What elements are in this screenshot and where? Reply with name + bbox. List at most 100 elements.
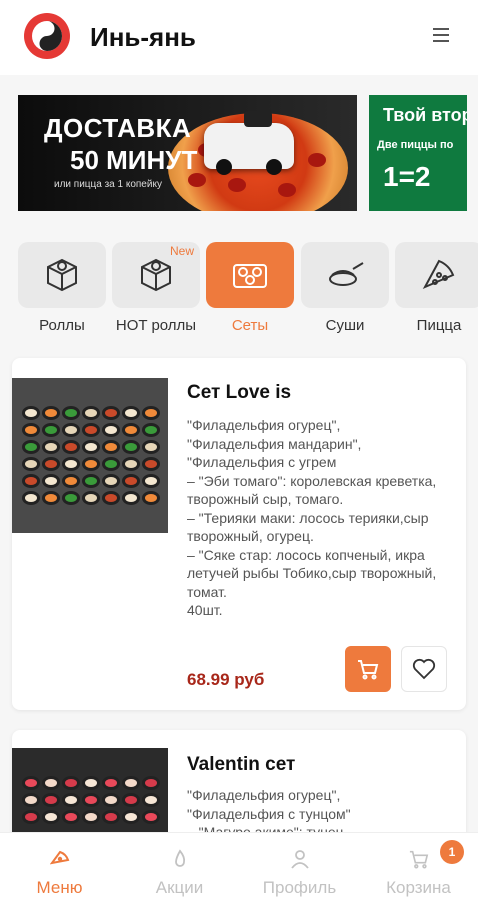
- sushi-roll-image: [122, 491, 140, 505]
- bottom-navigation: Меню Акции Профиль Корзина: [0, 832, 478, 900]
- nav-profile[interactable]: Профиль: [240, 833, 359, 900]
- banner-caption: или пицца за 1 копейку: [54, 179, 162, 190]
- sushi-roll-image: [142, 793, 160, 807]
- sushi-roll-image: [122, 440, 140, 454]
- sushi-roll-image: [42, 776, 60, 790]
- sushi-roll-image: [42, 440, 60, 454]
- category-label: Роллы: [39, 317, 85, 334]
- nav-label: Профиль: [262, 878, 337, 897]
- sushi-roll-image: [102, 423, 120, 437]
- sushi-roll-image: [22, 474, 40, 488]
- sushi-roll-image: [22, 457, 40, 471]
- category-hot-rolls[interactable]: New HOT роллы: [112, 242, 200, 337]
- sushi-roll-image: [102, 491, 120, 505]
- sushi-roll-image: [42, 793, 60, 807]
- sushi-roll-image: [82, 440, 100, 454]
- nav-label: Корзина: [386, 878, 451, 897]
- sushi-roll-image: [122, 406, 140, 420]
- sushi-roll-image: [62, 491, 80, 505]
- sushi-roll-image: [102, 440, 120, 454]
- app-header: Инь-янь: [0, 0, 478, 75]
- banner-headline: ДОСТАВКА: [44, 113, 192, 143]
- nav-label: Акции: [155, 878, 204, 897]
- delivery-car-image: [204, 111, 294, 175]
- favorite-button[interactable]: [401, 646, 447, 692]
- sushi-roll-image: [82, 776, 100, 790]
- hamburger-icon-line: [433, 28, 449, 30]
- category-tile: [395, 242, 478, 308]
- sushi-roll-image: [62, 406, 80, 420]
- banner-headline: Твой втор: [383, 105, 467, 125]
- sushi-roll-image: [42, 474, 60, 488]
- promo-banner-carousel[interactable]: ДОСТАВКА 50 МИНУТ или пицца за 1 копейку…: [0, 95, 478, 211]
- new-badge: New: [169, 244, 194, 258]
- product-title: Valentin сет: [187, 754, 296, 775]
- product-card[interactable]: Сет Love is "Филадельфия огурец", "Филад…: [12, 358, 466, 710]
- hamburger-menu-button[interactable]: [428, 24, 454, 46]
- sushi-roll-image: [82, 793, 100, 807]
- cart-icon: [409, 850, 428, 869]
- sushi-roll-image: [102, 474, 120, 488]
- category-rolls[interactable]: Роллы: [18, 242, 106, 337]
- product-description: "Филадельфия огурец", "Филадельфия манда…: [187, 417, 437, 618]
- cart-icon: [358, 660, 379, 680]
- sushi-roll-image: [22, 423, 40, 437]
- yin-yang-logo[interactable]: [24, 13, 70, 59]
- sushi-roll-image: [62, 810, 80, 824]
- hamburger-icon-line: [433, 34, 449, 36]
- hamburger-icon-line: [433, 40, 449, 42]
- two-pizza-banner[interactable]: Твой втор Две пиццы по 1=2: [369, 95, 467, 211]
- category-sets[interactable]: Сеты: [206, 242, 294, 337]
- add-to-cart-button[interactable]: [345, 646, 391, 692]
- sushi-roll-image: [102, 406, 120, 420]
- product-image[interactable]: [12, 378, 168, 533]
- sushi-roll-image: [62, 440, 80, 454]
- delivery-banner[interactable]: ДОСТАВКА 50 МИНУТ или пицца за 1 копейку: [18, 95, 357, 211]
- sushi-roll-image: [122, 810, 140, 824]
- sushi-roll-image: [42, 406, 60, 420]
- roll-icon: [47, 258, 77, 292]
- category-tile: [206, 242, 294, 308]
- category-strip[interactable]: Роллы New HOT роллы Сеты Суши Пицца: [0, 242, 478, 337]
- profile-icon: [290, 850, 309, 869]
- sushi-roll-image: [142, 491, 160, 505]
- sushi-roll-image: [22, 810, 40, 824]
- sushi-roll-image: [122, 457, 140, 471]
- sushi-roll-image: [22, 776, 40, 790]
- nav-promos[interactable]: Акции: [120, 833, 239, 900]
- nav-label: Меню: [36, 878, 83, 897]
- banner-subheadline: Две пиццы по: [377, 139, 454, 151]
- category-label: Пицца: [416, 317, 462, 334]
- sushi-roll-image: [102, 810, 120, 824]
- sushi-roll-image: [22, 406, 40, 420]
- sushi-roll-image: [62, 776, 80, 790]
- category-pizza[interactable]: Пицца: [395, 242, 478, 337]
- category-sushi[interactable]: Суши: [301, 242, 389, 337]
- sushi-roll-image: [122, 776, 140, 790]
- heart-icon: [412, 658, 436, 680]
- banner-offer: 1=2: [383, 161, 431, 192]
- sushi-roll-image: [82, 474, 100, 488]
- sushi-roll-image: [142, 457, 160, 471]
- app-title: Инь-янь: [90, 22, 196, 52]
- sushi-roll-image: [142, 440, 160, 454]
- hot-roll-icon: [141, 258, 171, 292]
- sushi-roll-image: [42, 810, 60, 824]
- sushi-roll-image: [62, 457, 80, 471]
- sushi-roll-image: [122, 793, 140, 807]
- product-price: 68.99 руб: [187, 670, 265, 689]
- sushi-roll-image: [82, 491, 100, 505]
- product-title: Сет Love is: [187, 382, 292, 403]
- category-label: Суши: [325, 317, 365, 334]
- pizza-icon: [422, 259, 455, 290]
- nav-menu[interactable]: Меню: [0, 833, 119, 900]
- sushi-roll-image: [102, 776, 120, 790]
- sushi-roll-image: [62, 474, 80, 488]
- sushi-roll-image: [82, 423, 100, 437]
- sushi-roll-image: [62, 793, 80, 807]
- sushi-roll-image: [142, 406, 160, 420]
- promo-icon: [174, 849, 185, 867]
- sushi-roll-image: [22, 793, 40, 807]
- sushi-roll-image: [42, 423, 60, 437]
- sushi-roll-image: [142, 776, 160, 790]
